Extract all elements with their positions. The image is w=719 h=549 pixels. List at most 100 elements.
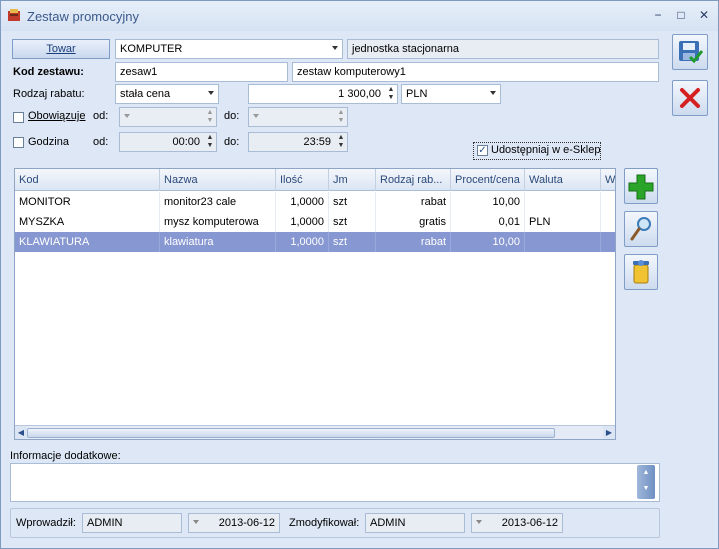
- wprowadzil-label: Wprowadził:: [16, 517, 76, 529]
- cell-rodzaj: gratis: [376, 212, 451, 232]
- add-item-button[interactable]: [624, 168, 658, 204]
- chevron-down-icon: [476, 520, 482, 524]
- currency-value: PLN: [406, 88, 428, 100]
- spinner-icon: ▲ ▼: [206, 109, 214, 124]
- wprowadzil-date-value: 2013-06-12: [218, 517, 275, 529]
- col-nazwa[interactable]: Nazwa: [160, 169, 276, 191]
- obowiazuje-od-input[interactable]: ▲ ▼: [119, 107, 217, 127]
- delete-item-button[interactable]: [624, 254, 658, 290]
- cell-jm: szt: [329, 192, 376, 212]
- window-title: Zestaw promocyjny: [27, 9, 139, 24]
- godzina-od-value: 00:00: [172, 136, 200, 148]
- col-rodzaj[interactable]: Rodzaj rab...: [376, 169, 451, 191]
- cell-kod: MYSZKA: [15, 212, 160, 232]
- cell-jm: szt: [329, 232, 376, 252]
- trash-icon: [633, 260, 649, 284]
- cell-waluta: PLN: [525, 212, 601, 232]
- chevron-down-icon: [490, 91, 496, 95]
- window: Zestaw promocyjny − □ ✕ Towar KOMPUTER j…: [0, 0, 719, 549]
- obowiazuje-do-input[interactable]: ▲ ▼: [248, 107, 348, 127]
- rabat-amount-value: 1 300,00: [338, 88, 381, 100]
- kod-zestawu-input[interactable]: zesaw1: [115, 62, 288, 82]
- wprowadzil-date-field: 2013-06-12: [188, 513, 280, 533]
- spinner-icon[interactable]: ▲ ▼: [386, 86, 396, 102]
- cell-nazwa: klawiatura: [160, 232, 276, 252]
- info-textarea[interactable]: [10, 463, 660, 502]
- rabat-amount-input[interactable]: 1 300,00 ▲ ▼: [248, 84, 398, 104]
- esklep-label: Udostępniaj w e-Sklep: [491, 144, 601, 156]
- cell-jm: szt: [329, 212, 376, 232]
- scroll-left-icon[interactable]: ◀: [15, 426, 27, 439]
- col-kod[interactable]: Kod: [15, 169, 160, 191]
- zmodyfikowal-label: Zmodyfikował:: [289, 517, 360, 529]
- cell-procent: 10,00: [451, 192, 525, 212]
- col-w[interactable]: W: [601, 169, 615, 191]
- cell-procent: 0,01: [451, 212, 525, 232]
- zmodyfikowal-date-field: 2013-06-12: [471, 513, 563, 533]
- magnifier-icon: [630, 217, 651, 241]
- esklep-checkbox[interactable]: ✓: [477, 145, 488, 156]
- cell-procent: 10,00: [451, 232, 525, 252]
- chevron-down-icon: [332, 46, 338, 50]
- col-waluta[interactable]: Waluta: [525, 169, 601, 191]
- spinner-icon: ▲ ▼: [337, 109, 345, 124]
- cancel-button[interactable]: [672, 80, 708, 116]
- save-check-icon: [679, 41, 704, 64]
- col-jm[interactable]: Jm: [329, 169, 376, 191]
- cell-rodzaj: rabat: [376, 192, 451, 212]
- obowiazuje-checkbox[interactable]: [13, 112, 24, 123]
- edit-item-button[interactable]: [624, 211, 658, 247]
- spinner-icon[interactable]: ▲ ▼: [205, 134, 215, 150]
- maximize-button[interactable]: □: [672, 7, 690, 23]
- table-row[interactable]: MONITOR monitor23 cale 1,0000 szt rabat …: [15, 192, 615, 212]
- form-area: Towar KOMPUTER jednostka stacjonarna Kod…: [5, 31, 714, 546]
- towar-select[interactable]: KOMPUTER: [115, 39, 343, 59]
- chevron-down-icon: [193, 520, 199, 524]
- close-window-button[interactable]: ✕: [695, 7, 713, 23]
- info-scrollbar[interactable]: ▲ ▼: [637, 465, 655, 499]
- godzina-do-input[interactable]: 23:59 ▲ ▼: [248, 132, 348, 152]
- chevron-down-icon: [208, 91, 214, 95]
- col-procent[interactable]: Procent/cena: [451, 169, 525, 191]
- towar-button[interactable]: Towar: [12, 39, 110, 59]
- cell-ilosc: 1,0000: [276, 212, 329, 232]
- table-header: Kod Nazwa Ilość Jm Rodzaj rab... Procent…: [15, 169, 615, 191]
- rodzaj-rabatu-label: Rodzaj rabatu:: [13, 88, 85, 100]
- godzina-od-label: od:: [93, 136, 109, 148]
- info-label: Informacje dodatkowe:: [10, 450, 121, 462]
- wprowadzil-user-field: ADMIN: [82, 513, 182, 533]
- obowiazuje-do-label: do:: [224, 110, 240, 122]
- cell-ilosc: 1,0000: [276, 232, 329, 252]
- minimize-button[interactable]: −: [649, 7, 667, 23]
- cell-kod: MONITOR: [15, 192, 160, 212]
- obowiazuje-label: Obowiązuje: [28, 110, 86, 122]
- godzina-do-label: do:: [224, 136, 240, 148]
- godzina-checkbox[interactable]: [13, 137, 24, 148]
- nazwa-zestawu-input[interactable]: zestaw komputerowy1: [292, 62, 659, 82]
- cell-waluta: [525, 192, 601, 212]
- towar-value: KOMPUTER: [120, 43, 183, 55]
- title-bar: Zestaw promocyjny − □ ✕: [1, 1, 718, 31]
- items-table[interactable]: Kod Nazwa Ilość Jm Rodzaj rab... Procent…: [14, 168, 616, 440]
- table-row-selected[interactable]: KLAWIATURA klawiatura 1,0000 szt rabat 1…: [15, 232, 615, 252]
- col-ilosc[interactable]: Ilość: [276, 169, 329, 191]
- scroll-right-icon[interactable]: ▶: [603, 426, 615, 439]
- spinner-icon[interactable]: ▲ ▼: [336, 134, 346, 150]
- scroll-thumb[interactable]: [27, 428, 555, 438]
- godzina-do-value: 23:59: [303, 136, 331, 148]
- cell-rodzaj: rabat: [376, 232, 451, 252]
- rodzaj-rabatu-select[interactable]: stała cena: [115, 84, 219, 104]
- kod-zestawu-label: Kod zestawu:: [13, 66, 84, 78]
- horizontal-scrollbar[interactable]: ◀ ▶: [15, 425, 615, 439]
- godzina-od-input[interactable]: 00:00 ▲ ▼: [119, 132, 217, 152]
- chevron-down-icon: [124, 114, 130, 118]
- currency-select[interactable]: PLN: [401, 84, 501, 104]
- obowiazuje-od-label: od:: [93, 110, 109, 122]
- chevron-down-icon: [253, 114, 259, 118]
- cell-ilosc: 1,0000: [276, 192, 329, 212]
- towar-unit-field: jednostka stacjonarna: [347, 39, 659, 59]
- table-row[interactable]: MYSZKA mysz komputerowa 1,0000 szt grati…: [15, 212, 615, 232]
- green-plus-icon: [628, 174, 654, 200]
- save-button[interactable]: [672, 34, 708, 70]
- cell-nazwa: monitor23 cale: [160, 192, 276, 212]
